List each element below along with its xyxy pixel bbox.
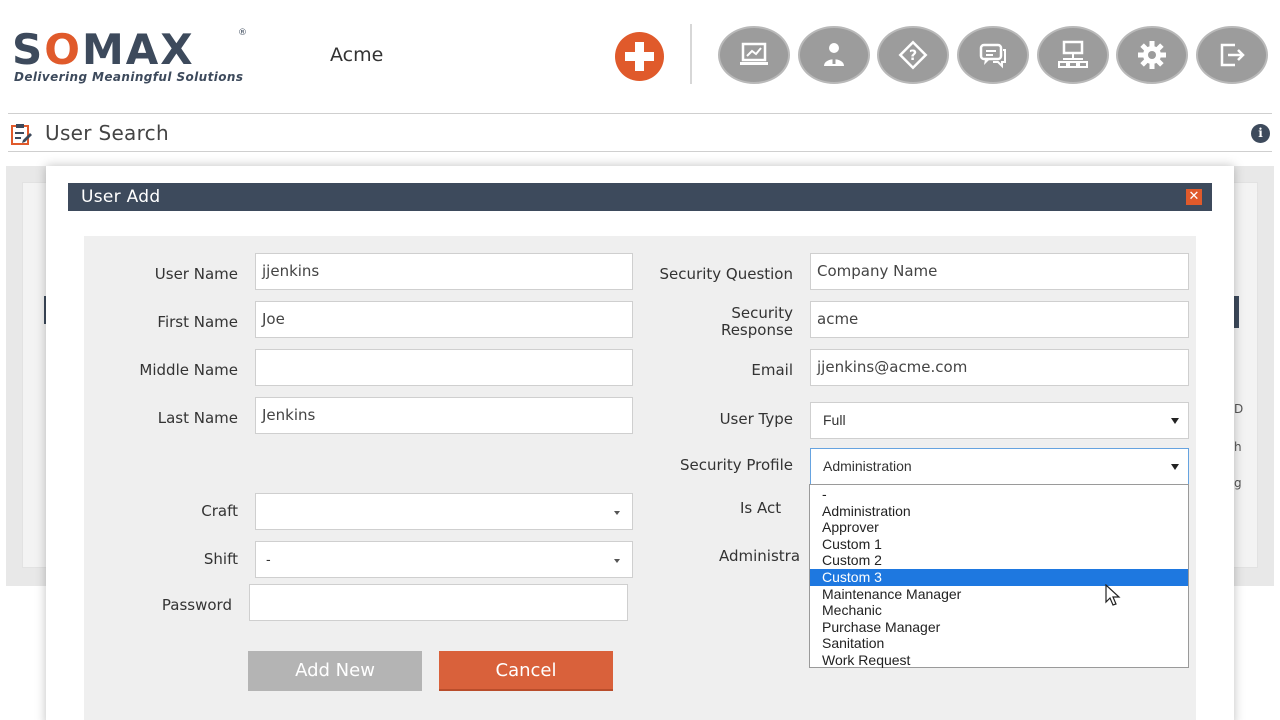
security-profile-option[interactable]: Mechanic <box>810 602 1188 619</box>
header-divider <box>690 24 692 84</box>
chevron-down-icon <box>614 511 620 515</box>
dashboard-icon[interactable] <box>718 26 790 84</box>
security-response-label: Security Response <box>650 305 793 339</box>
security-profile-option[interactable]: Work Request <box>810 652 1188 669</box>
mouse-cursor-icon <box>1105 584 1121 606</box>
email-input[interactable]: jjenkins@acme.com <box>810 349 1189 386</box>
shift-label: Shift <box>203 550 238 568</box>
top-header: SOMAX ® Delivering Meaningful Solutions … <box>0 0 1280 112</box>
middle-name-input[interactable] <box>255 349 633 386</box>
chevron-down-icon <box>1171 464 1179 470</box>
logo-word-o: O <box>44 25 82 74</box>
first-name-label: First Name <box>157 313 238 331</box>
user-type-label: User Type <box>719 410 793 428</box>
user-name-input[interactable]: jjenkins <box>255 253 633 290</box>
settings-icon[interactable] <box>1116 26 1188 84</box>
password-label: Password <box>161 596 232 614</box>
bg-column-text: h <box>1234 440 1242 454</box>
security-response-label-line1: Security <box>731 304 793 322</box>
craft-label: Craft <box>201 502 238 520</box>
logo-word-prefix: S <box>12 25 45 74</box>
title-bottom-border <box>8 151 1272 152</box>
network-icon[interactable] <box>1037 26 1109 84</box>
chevron-down-icon <box>614 559 620 563</box>
app-window: SOMAX ® Delivering Meaningful Solutions … <box>0 0 1280 720</box>
close-icon[interactable]: ✕ <box>1186 189 1202 205</box>
security-profile-select[interactable]: Administration <box>810 448 1189 485</box>
security-profile-select-value: Administration <box>823 458 912 474</box>
logo-wordmark: SOMAX <box>12 28 195 72</box>
add-new-button[interactable]: Add New <box>248 651 422 691</box>
company-name: Acme <box>330 44 384 66</box>
chat-icon-svg <box>979 43 1006 69</box>
logout-icon-svg <box>1220 43 1245 67</box>
security-question-label: Security Question <box>659 265 793 283</box>
security-response-input[interactable]: acme <box>810 301 1189 338</box>
info-icon[interactable]: i <box>1251 124 1270 143</box>
modal-header <box>68 183 1212 211</box>
security-profile-options-list: - Administration Approver Custom 1 Custom 2C… <box>809 484 1189 668</box>
svg-text:?: ? <box>909 48 917 64</box>
shift-select-value: - <box>266 551 271 567</box>
clipboard-icon <box>11 124 32 145</box>
security-profile-option[interactable]: Purchase Manager <box>810 619 1188 636</box>
header-bottom-border <box>8 113 1272 114</box>
users-icon[interactable] <box>798 26 870 84</box>
logout-icon[interactable] <box>1196 26 1268 84</box>
plus-icon-vertical <box>635 42 644 71</box>
add-new-circle-button[interactable] <box>615 32 664 81</box>
security-profile-option[interactable]: Sanitation <box>810 635 1188 652</box>
help-icon-svg: ? <box>898 40 928 70</box>
dashboard-icon-svg <box>740 42 768 65</box>
security-profile-option[interactable]: Maintenance Manager <box>810 586 1188 603</box>
security-profile-option[interactable]: - <box>810 486 1188 503</box>
security-response-label-line2: Response <box>720 321 793 339</box>
somax-logo[interactable]: SOMAX ® Delivering Meaningful Solutions <box>12 28 252 88</box>
security-profile-option[interactable]: Custom 2 <box>810 552 1188 569</box>
security-profile-label: Security Profile <box>679 456 793 474</box>
chat-icon[interactable] <box>957 26 1029 84</box>
bg-column-text: g <box>1234 476 1242 490</box>
email-label: Email <box>751 361 793 379</box>
chevron-down-icon <box>1171 418 1179 424</box>
logo-tagline: Delivering Meaningful Solutions <box>14 70 244 84</box>
users-icon-svg <box>824 43 844 66</box>
security-profile-option[interactable]: Custom 3 <box>810 569 1188 586</box>
bg-column-text: D <box>1234 402 1244 416</box>
network-icon-svg <box>1058 40 1088 68</box>
first-name-input[interactable]: Joe <box>255 301 633 338</box>
user-name-label: User Name <box>154 265 238 283</box>
security-profile-option[interactable]: Custom 1 <box>810 536 1188 553</box>
craft-select[interactable] <box>255 493 633 530</box>
last-name-input[interactable]: Jenkins <box>255 397 633 434</box>
security-profile-option[interactable]: Administration <box>810 503 1188 520</box>
administrator-label: Administra <box>719 547 801 565</box>
logo-word-suffix: MAX <box>81 25 195 74</box>
last-name-label: Last Name <box>157 409 238 427</box>
password-input[interactable] <box>249 584 628 621</box>
shift-select[interactable]: - <box>255 541 633 578</box>
modal-title: User Add <box>81 187 161 207</box>
is-active-label: Is Act <box>740 499 782 517</box>
help-icon[interactable]: ? <box>877 26 949 84</box>
gear-icon <box>1138 41 1166 69</box>
page-title: User Search <box>45 121 169 145</box>
security-question-input[interactable]: Company Name <box>810 253 1189 290</box>
logo-registered-mark: ® <box>238 28 247 38</box>
user-type-select-value: Full <box>823 412 846 428</box>
user-type-select[interactable]: Full <box>810 402 1189 439</box>
security-profile-option[interactable]: Approver <box>810 519 1188 536</box>
middle-name-label: Middle Name <box>139 361 238 379</box>
cancel-button[interactable]: Cancel <box>439 651 613 691</box>
